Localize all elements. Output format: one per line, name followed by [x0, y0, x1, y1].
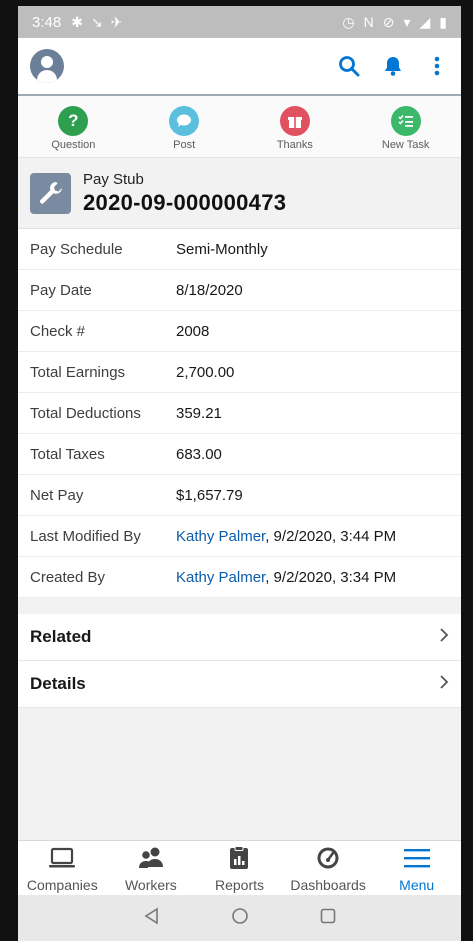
gift-icon — [279, 106, 310, 136]
field-label: Pay Date — [30, 281, 92, 299]
nav-label: Workers — [124, 877, 177, 893]
people-icon — [136, 846, 166, 875]
field-label: Total Earnings — [30, 363, 126, 381]
field-label: Pay Schedule — [30, 240, 123, 258]
wrench-icon — [30, 172, 71, 214]
task-icon — [390, 106, 421, 136]
post-action[interactable]: Post — [139, 106, 229, 151]
status-time: 3:48 — [32, 13, 62, 31]
record-header: Pay Stub 2020-09-000000473 — [18, 158, 461, 229]
new-task-label: New Task — [381, 139, 430, 151]
user-link[interactable]: Kathy Palmer — [176, 528, 265, 545]
bell-icon[interactable] — [381, 54, 405, 78]
notification-icons: ✱ ↘ ✈ — [71, 14, 122, 31]
chevron-right-icon — [439, 674, 449, 695]
field-pay-schedule: Pay Schedule Semi-Monthly — [18, 229, 461, 270]
silent-icon: ⊘ — [382, 13, 395, 30]
bottom-navigation: Companies Workers Reports Dashboards Men… — [18, 840, 461, 895]
modified-timestamp: , 9/2/2020, 3:44 PM — [265, 527, 397, 545]
field-total-deductions: Total Deductions 359.21 — [18, 393, 461, 434]
device-frame: 3:48 ✱ ↘ ✈ ◷ N ⊘ ▾ ◢ ▮ ? Question Post T… — [0, 0, 473, 941]
new-task-action[interactable]: New Task — [361, 106, 451, 151]
field-value: 359.21 — [176, 404, 222, 422]
details-section[interactable]: Details — [18, 661, 461, 708]
field-value: 2008 — [176, 322, 210, 340]
field-last-modified-by: Last Modified By Kathy Palmer, 9/2/2020,… — [18, 516, 461, 557]
nav-dashboards[interactable]: Dashboards — [284, 841, 372, 895]
missed-call-icon: ↘ — [90, 13, 103, 30]
nav-menu[interactable]: Menu — [373, 841, 461, 895]
app-header — [18, 38, 461, 96]
nav-label: Dashboards — [290, 877, 366, 893]
home-icon[interactable] — [231, 907, 249, 930]
post-label: Post — [173, 139, 196, 151]
chevron-right-icon — [439, 627, 449, 648]
recents-icon[interactable] — [319, 907, 337, 930]
field-label: Net Pay — [30, 486, 84, 504]
report-icon — [224, 846, 254, 875]
record-type: Pay Stub — [83, 170, 144, 188]
related-section[interactable]: Related — [18, 614, 461, 661]
question-label: Question — [51, 139, 96, 151]
field-value: Kathy Palmer, 9/2/2020, 3:34 PM — [176, 569, 396, 586]
field-total-earnings: Total Earnings 2,700.00 — [18, 352, 461, 393]
field-created-by: Created By Kathy Palmer, 9/2/2020, 3:34 … — [18, 557, 461, 598]
nav-label: Companies — [26, 877, 98, 893]
signal-icon: ◢ — [419, 13, 431, 30]
battery-icon: ▮ — [439, 13, 447, 30]
wifi-icon: ▾ — [403, 13, 411, 30]
field-check-number: Check # 2008 — [18, 311, 461, 352]
nav-workers[interactable]: Workers — [107, 841, 195, 895]
menu-icon — [402, 846, 432, 875]
gauge-icon — [313, 846, 343, 875]
app-notification-icon: ✈ — [110, 13, 123, 30]
thanks-label: Thanks — [276, 139, 313, 151]
bug-icon: ✱ — [71, 13, 83, 30]
record-fields: Pay Schedule Semi-Monthly Pay Date 8/18/… — [18, 229, 461, 598]
field-value: Kathy Palmer, 9/2/2020, 3:44 PM — [176, 528, 396, 545]
question-action[interactable]: ? Question — [28, 106, 118, 151]
user-avatar[interactable] — [30, 49, 64, 83]
field-total-taxes: Total Taxes 683.00 — [18, 434, 461, 475]
back-icon[interactable] — [143, 907, 161, 930]
field-label: Total Taxes — [30, 445, 105, 463]
search-icon[interactable] — [337, 54, 361, 78]
phone-screen: 3:48 ✱ ↘ ✈ ◷ N ⊘ ▾ ◢ ▮ ? Question Post T… — [18, 6, 461, 941]
details-label: Details — [30, 674, 86, 693]
field-value: $1,657.79 — [176, 486, 243, 504]
field-value: 683.00 — [176, 445, 222, 463]
system-navigation — [18, 895, 461, 941]
field-label: Total Deductions — [30, 404, 141, 422]
section-gap — [18, 598, 461, 614]
nav-companies[interactable]: Companies — [18, 841, 106, 895]
status-bar: 3:48 ✱ ↘ ✈ ◷ N ⊘ ▾ ◢ ▮ — [18, 6, 461, 38]
more-options-icon[interactable] — [425, 54, 449, 78]
laptop-icon — [47, 846, 77, 875]
field-label: Created By — [30, 568, 106, 586]
nav-label: Reports — [214, 877, 264, 893]
field-pay-date: Pay Date 8/18/2020 — [18, 270, 461, 311]
quick-actions: ? Question Post Thanks New Task — [18, 96, 461, 158]
field-net-pay: Net Pay $1,657.79 — [18, 475, 461, 516]
system-icons: ◷ N ⊘ ▾ ◢ ▮ — [342, 14, 447, 31]
user-link[interactable]: Kathy Palmer — [176, 569, 265, 586]
created-timestamp: , 9/2/2020, 3:34 PM — [265, 568, 397, 586]
alarm-icon: ◷ — [342, 13, 355, 30]
nfc-icon: N — [363, 14, 374, 30]
question-icon: ? — [58, 106, 89, 136]
post-icon — [169, 106, 200, 136]
field-label: Check # — [30, 322, 86, 340]
nav-label: Menu — [399, 877, 435, 893]
record-name: 2020-09-000000473 — [83, 189, 287, 215]
field-value: 2,700.00 — [176, 363, 235, 381]
field-value: 8/18/2020 — [176, 281, 243, 299]
field-label: Last Modified By — [30, 527, 141, 545]
field-value: Semi-Monthly — [176, 240, 268, 258]
nav-reports[interactable]: Reports — [195, 841, 283, 895]
thanks-action[interactable]: Thanks — [250, 106, 340, 151]
related-label: Related — [30, 627, 92, 646]
